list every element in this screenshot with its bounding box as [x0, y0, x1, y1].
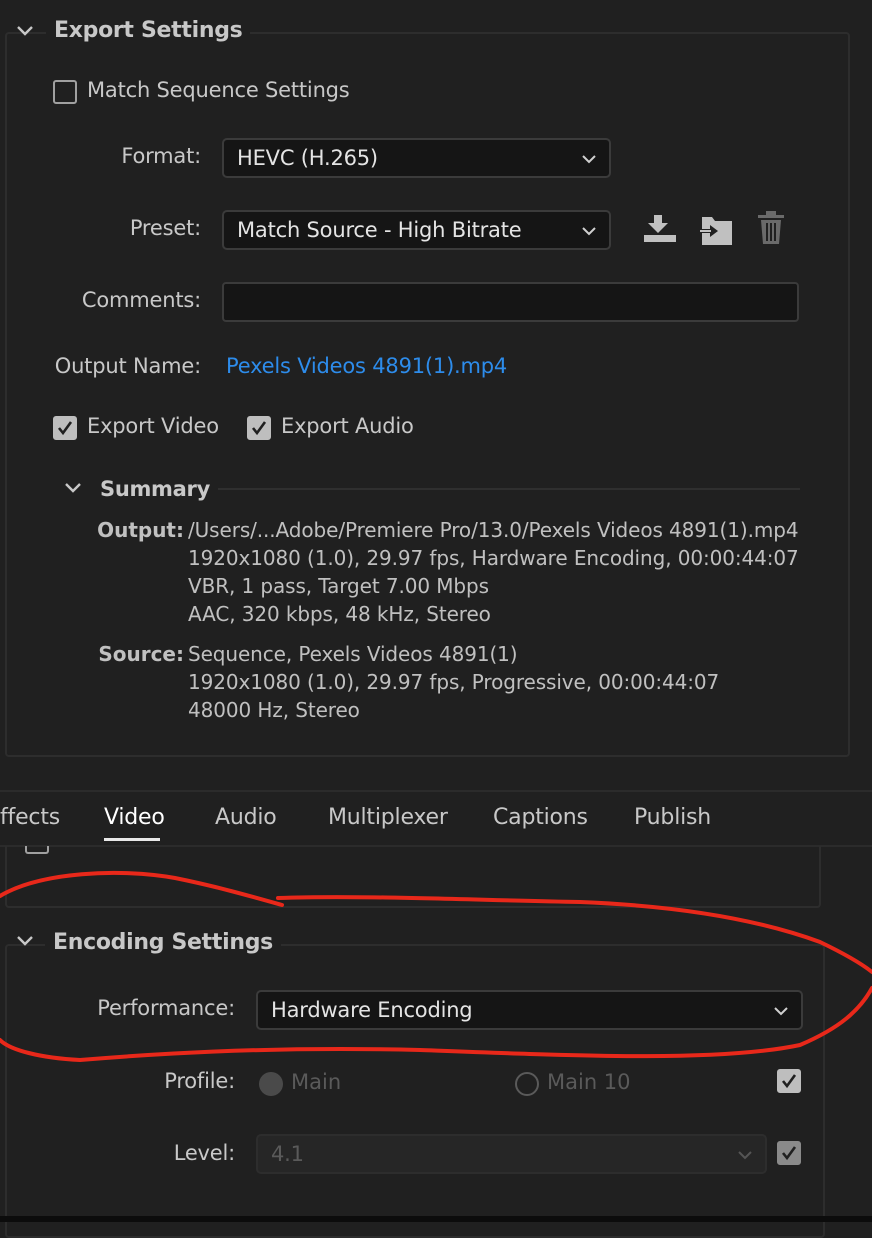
delete-preset-icon[interactable]: [755, 210, 787, 246]
preset-label: Preset:: [129, 216, 201, 240]
format-value: HEVC (H.265): [237, 146, 378, 170]
profile-main-radio[interactable]: [259, 1072, 283, 1096]
encoding-settings-title: Encoding Settings: [45, 930, 281, 955]
export-video-label: Export Video: [87, 414, 219, 438]
tab-audio[interactable]: Audio: [215, 805, 277, 830]
checkmark-icon: [57, 421, 73, 436]
profile-override-checkbox[interactable]: [777, 1069, 801, 1093]
tab-publish[interactable]: Publish: [634, 805, 711, 830]
format-label: Format:: [121, 144, 201, 168]
preset-dropdown[interactable]: Match Source - High Bitrate: [222, 210, 611, 250]
chevron-down-icon[interactable]: [15, 934, 35, 948]
summary-output-line: /Users/...Adobe/Premiere Pro/13.0/Pexels…: [188, 518, 799, 542]
match-sequence-label: Match Sequence Settings: [87, 78, 350, 102]
performance-label: Performance:: [97, 996, 235, 1020]
export-settings-title: Export Settings: [46, 18, 251, 43]
output-name-label: Output Name:: [54, 354, 201, 378]
summary-output-line: VBR, 1 pass, Target 7.00 Mbps: [188, 574, 489, 598]
export-video-checkbox[interactable]: [53, 416, 77, 440]
summary-source-line: 48000 Hz, Stereo: [188, 698, 360, 722]
summary-source-line: 1920x1080 (1.0), 29.97 fps, Progressive,…: [188, 670, 720, 694]
export-audio-label: Export Audio: [281, 414, 414, 438]
chevron-down-icon[interactable]: [63, 481, 83, 495]
chevron-down-icon: [582, 227, 596, 236]
encoding-settings-panel: [5, 944, 825, 1238]
match-sequence-checkbox[interactable]: [53, 80, 77, 104]
profile-main-label: Main: [291, 1070, 342, 1094]
tabs-top-divider: [0, 790, 872, 792]
level-override-checkbox[interactable]: [777, 1141, 801, 1165]
summary-output-line: 1920x1080 (1.0), 29.97 fps, Hardware Enc…: [188, 546, 799, 570]
level-dropdown[interactable]: 4.1: [256, 1134, 767, 1174]
checkmark-icon: [251, 421, 267, 436]
tab-captions[interactable]: Captions: [493, 805, 588, 830]
comments-label: Comments:: [81, 288, 201, 312]
performance-dropdown[interactable]: Hardware Encoding: [256, 990, 803, 1030]
checkmark-icon: [781, 1146, 797, 1161]
format-dropdown[interactable]: HEVC (H.265): [222, 138, 611, 178]
chevron-down-icon[interactable]: [15, 24, 35, 38]
performance-value: Hardware Encoding: [271, 998, 473, 1022]
import-preset-icon[interactable]: [698, 213, 734, 247]
save-preset-icon[interactable]: [642, 213, 678, 245]
comments-input[interactable]: [222, 282, 799, 322]
summary-output-line: AAC, 320 kbps, 48 kHz, Stereo: [188, 602, 491, 626]
preset-value: Match Source - High Bitrate: [237, 218, 522, 242]
chevron-down-icon: [738, 1151, 752, 1160]
previous-panel-bottom: [5, 846, 821, 908]
level-value: 4.1: [271, 1142, 304, 1166]
chevron-down-icon: [774, 1007, 788, 1016]
profile-main10-radio[interactable]: [515, 1072, 539, 1096]
tab-video[interactable]: Video: [104, 805, 165, 830]
profile-label: Profile:: [164, 1069, 235, 1093]
level-label: Level:: [173, 1141, 236, 1165]
tab-effects[interactable]: ffects: [0, 805, 60, 830]
summary-divider: [218, 488, 800, 490]
bottom-edge: [0, 1216, 872, 1222]
tab-multiplexer[interactable]: Multiplexer: [328, 805, 448, 830]
summary-source-label: Source:: [98, 642, 184, 666]
summary-output-label: Output:: [97, 518, 184, 542]
profile-main10-label: Main 10: [547, 1070, 631, 1094]
clipped-checkbox[interactable]: [25, 846, 49, 854]
export-audio-checkbox[interactable]: [247, 416, 271, 440]
summary-title: Summary: [100, 477, 210, 501]
checkmark-icon: [781, 1074, 797, 1089]
summary-source-line: Sequence, Pexels Videos 4891(1): [188, 642, 518, 666]
chevron-down-icon: [582, 155, 596, 164]
active-tab-indicator: [104, 838, 160, 841]
output-name-link[interactable]: Pexels Videos 4891(1).mp4: [226, 354, 507, 378]
